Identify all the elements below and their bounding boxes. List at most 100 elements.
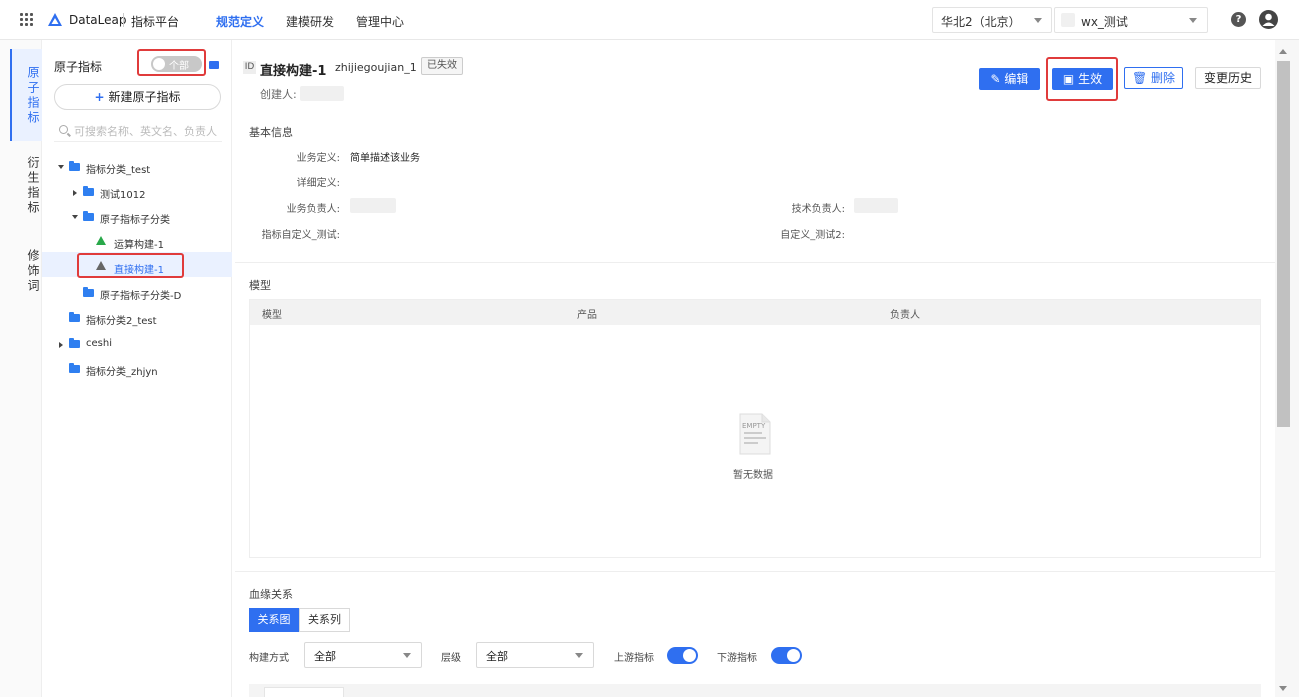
folder-icon xyxy=(83,211,94,221)
add-folder-icon[interactable] xyxy=(209,61,219,69)
metric-triangle-icon xyxy=(96,236,106,245)
lineage-node-card[interactable] xyxy=(264,687,344,697)
project-select[interactable]: wx_测试 xyxy=(1054,7,1208,33)
tree-node[interactable]: 原子指标子分类 xyxy=(72,207,228,231)
edit-button-label: 编辑 xyxy=(1004,72,1029,86)
toggle-knob xyxy=(683,649,696,662)
build-method-label: 构建方式 xyxy=(249,653,289,664)
detail-def-label: 详细定义: xyxy=(296,178,340,189)
table-header: 模型 产品 负责人 xyxy=(250,300,1260,325)
folder-icon xyxy=(69,338,80,348)
toggle-knob xyxy=(153,58,165,70)
scope-toggle[interactable]: 个部 xyxy=(151,56,202,72)
scroll-up-arrow-icon[interactable] xyxy=(1279,49,1287,54)
region-select[interactable]: 华北2（北京） xyxy=(932,7,1052,33)
project-blur xyxy=(1061,13,1075,27)
tree-node-label: 直接构建-1 xyxy=(114,265,164,276)
caret-down-icon xyxy=(72,215,78,219)
user-avatar-icon[interactable] xyxy=(1259,10,1278,29)
nav-model-dev[interactable]: 建模研发 xyxy=(286,13,334,30)
tree-node-label: 指标分类_zhjyn xyxy=(86,367,158,378)
custom1-label: 指标自定义_测试: xyxy=(261,230,340,241)
tree-node-label: ceshi xyxy=(86,338,112,349)
tree-node[interactable]: 指标分类_zhjyn xyxy=(58,359,228,383)
delete-button[interactable]: 🗑 删除 xyxy=(1124,67,1183,89)
tab-derived-metrics[interactable]: 衍生指标 xyxy=(10,154,40,218)
tab-atomic-metrics[interactable]: 原子指标 xyxy=(10,64,40,128)
tree-node-label: 运算构建-1 xyxy=(114,240,164,251)
tree-node-label: 测试1012 xyxy=(100,190,146,201)
history-button[interactable]: 变更历史 xyxy=(1195,67,1261,89)
region-select-value: 华北2（北京） xyxy=(941,15,1021,29)
tech-owner-label: 技术负责人: xyxy=(791,204,845,215)
tree-node-label: 指标分类2_test xyxy=(86,316,157,327)
metric-triangle-icon xyxy=(96,261,106,270)
toggle-knob xyxy=(787,649,800,662)
tab-relation-list[interactable]: 关系列 xyxy=(299,608,350,632)
chevron-down-icon xyxy=(575,653,583,658)
folder-icon xyxy=(83,287,94,297)
edit-button[interactable]: ✎ 编辑 xyxy=(979,68,1040,90)
tab-modifiers[interactable]: 修饰词 xyxy=(10,246,40,296)
help-icon[interactable]: ? xyxy=(1231,12,1246,27)
tree-node[interactable]: ceshi xyxy=(58,334,228,358)
app-grid-icon[interactable] xyxy=(20,13,34,27)
build-method-select[interactable]: 全部 xyxy=(304,642,422,668)
creator-value-blur xyxy=(300,86,344,101)
tree-node[interactable]: 指标分类2_test xyxy=(58,308,228,332)
activate-button-label: 生效 xyxy=(1078,72,1103,86)
level-select[interactable]: 全部 xyxy=(476,642,594,668)
tree-panel-title: 原子指标 xyxy=(54,60,103,74)
empty-icon-text: EMPTY xyxy=(742,422,766,430)
tree-leaf-selected[interactable]: 直接构建-1 xyxy=(96,257,228,281)
tree-node[interactable]: 原子指标子分类-D xyxy=(72,283,228,307)
tree-leaf[interactable]: 运算构建-1 xyxy=(96,232,228,256)
metric-title: 直接构建-1 xyxy=(260,64,327,79)
tree-node-label: 原子指标子分类 xyxy=(100,215,170,226)
section-divider xyxy=(235,262,1275,263)
nav-spec-definition[interactable]: 规范定义 xyxy=(216,13,264,30)
empty-data-icon: EMPTY xyxy=(739,413,771,455)
brand-name: DataLeap xyxy=(69,13,127,27)
folder-icon xyxy=(69,161,80,171)
empty-text: 暂无数据 xyxy=(733,470,773,481)
build-method-value: 全部 xyxy=(314,650,336,663)
tab-relation-graph[interactable]: 关系图 xyxy=(249,608,299,632)
tree-node[interactable]: 指标分类_test xyxy=(58,157,228,181)
business-def-value: 简单描述该业务 xyxy=(350,153,420,164)
upstream-label: 上游指标 xyxy=(614,653,654,664)
tree-node[interactable]: 测试1012 xyxy=(72,182,228,206)
chevron-down-icon xyxy=(1034,18,1042,23)
upstream-toggle[interactable] xyxy=(667,647,698,664)
nav-admin-center[interactable]: 管理中心 xyxy=(356,13,404,30)
plus-icon: + xyxy=(94,90,105,104)
biz-owner-label: 业务负责人: xyxy=(286,204,340,215)
downstream-toggle[interactable] xyxy=(771,647,802,664)
level-label: 层级 xyxy=(441,653,461,664)
biz-owner-blur xyxy=(350,198,396,213)
platform-name: 指标平台 xyxy=(131,15,180,29)
project-select-value: wx_测试 xyxy=(1081,15,1128,29)
business-def-label: 业务定义: xyxy=(296,153,340,164)
lineage-graph-canvas[interactable] xyxy=(249,684,1261,697)
model-section-title: 模型 xyxy=(249,279,271,292)
level-value: 全部 xyxy=(486,650,508,663)
folder-icon xyxy=(69,312,80,322)
id-icon: ID xyxy=(243,61,256,74)
scroll-down-arrow-icon[interactable] xyxy=(1279,686,1287,691)
brand-divider xyxy=(123,13,124,27)
lineage-title: 血缘关系 xyxy=(249,588,293,601)
tech-owner-blur xyxy=(854,198,898,213)
caret-right-icon xyxy=(59,342,63,348)
basic-info-title: 基本信息 xyxy=(249,126,293,139)
column-header-model: 模型 xyxy=(262,310,282,321)
caret-right-icon xyxy=(73,190,77,196)
delete-button-label: 删除 xyxy=(1151,71,1176,85)
folder-icon xyxy=(69,363,80,373)
new-atomic-metric-button[interactable]: + 新建原子指标 xyxy=(54,84,221,110)
activate-button[interactable]: ▣ 生效 xyxy=(1052,68,1113,90)
downstream-label: 下游指标 xyxy=(717,653,757,664)
tree-search-input[interactable] xyxy=(74,122,220,140)
scrollbar-thumb[interactable] xyxy=(1277,61,1290,427)
search-icon xyxy=(59,125,68,134)
